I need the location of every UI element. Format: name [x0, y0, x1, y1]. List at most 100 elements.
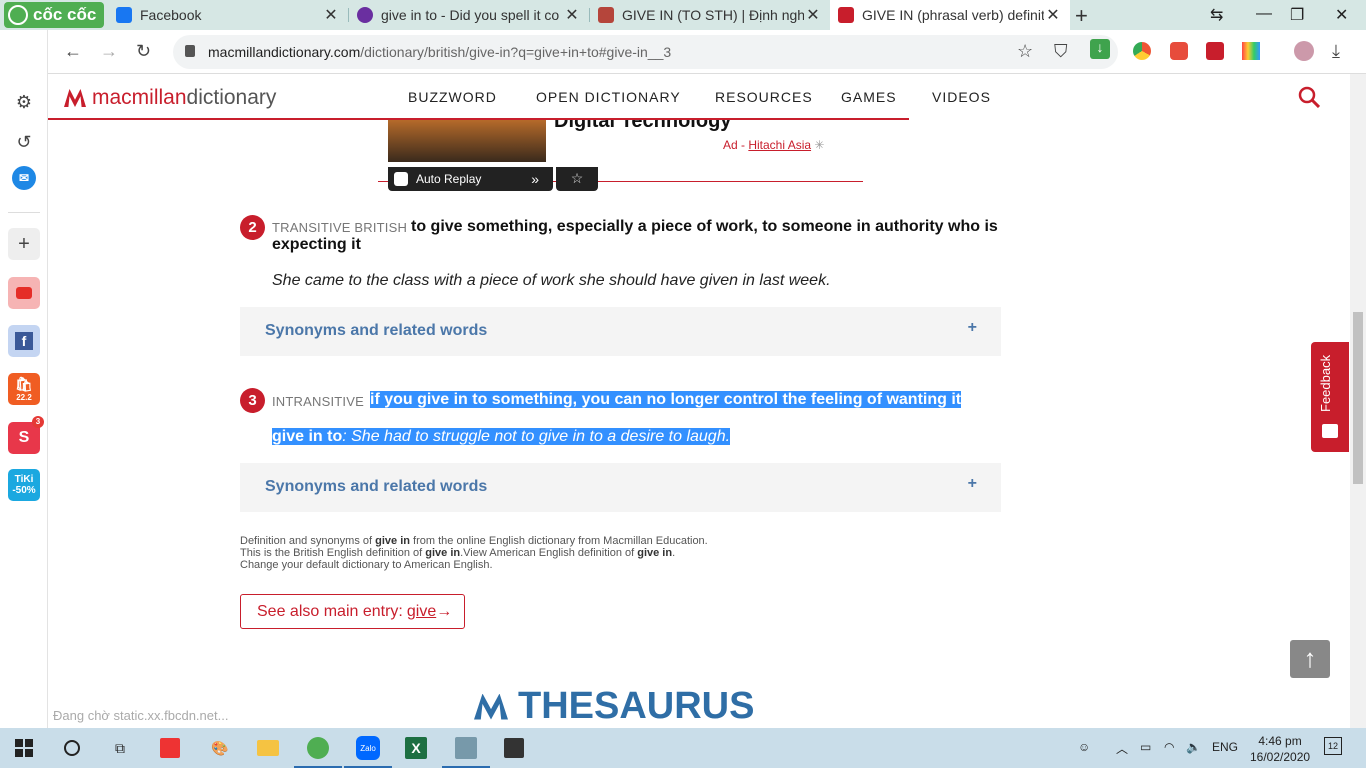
add-sidebar-item-icon[interactable]: + [8, 228, 40, 260]
volume-icon[interactable]: 🔈 [1186, 740, 1201, 754]
windows-start-icon[interactable] [10, 734, 38, 762]
sendo-icon[interactable]: S3 [8, 416, 44, 454]
nav-resources[interactable]: RESOURCES [715, 89, 813, 105]
people-icon[interactable]: ☺ [1078, 740, 1090, 754]
expand-plus-icon[interactable]: + [968, 319, 977, 337]
page-scrollbar[interactable] [1350, 74, 1366, 728]
synonyms-label: Synonyms and related words [265, 478, 488, 495]
tab-cambridge[interactable]: GIVE IN (TO STH) | Định nghĩa ✕ [590, 0, 830, 30]
language-indicator[interactable]: ENG [1212, 740, 1238, 754]
favorite-star-icon[interactable]: ☆ [556, 167, 598, 191]
new-tab-button[interactable]: + [1075, 3, 1088, 29]
close-tab-icon[interactable]: ✕ [322, 5, 340, 25]
sense-grammar-tags: INTRANSITIVE [272, 394, 364, 409]
expand-plus-icon[interactable]: + [968, 475, 977, 493]
adblock-icon[interactable] [1170, 42, 1188, 60]
zalo-icon[interactable]: Zalo [344, 734, 392, 768]
tab-macmillan[interactable]: GIVE IN (phrasal verb) definiti ✕ [830, 0, 1070, 30]
back-to-top-button[interactable]: ↑ [1290, 640, 1330, 678]
bookmark-star-icon[interactable]: ☆ [1017, 41, 1033, 62]
profile-avatar[interactable] [1294, 41, 1314, 61]
restore-icon[interactable]: ❐ [1290, 5, 1304, 25]
american-definition-link[interactable]: .View American English definition of [460, 547, 637, 559]
tab-facebook[interactable]: Facebook ✕ [108, 0, 348, 30]
feedback-button[interactable]: Feedback [1311, 342, 1349, 452]
ad-image[interactable] [388, 120, 546, 162]
task-view-icon[interactable]: ⧉ [106, 734, 134, 762]
shopee-label: 22.2 [16, 393, 32, 402]
close-tab-icon[interactable]: ✕ [804, 5, 822, 25]
auto-replay-label: Auto Replay [416, 172, 482, 186]
ad-advertiser-link[interactable]: Hitachi Asia [748, 138, 811, 152]
note-term[interactable]: give in [637, 547, 672, 559]
taskbar-app-icon[interactable] [156, 734, 184, 762]
auto-replay-checkbox[interactable] [394, 172, 408, 186]
download-green-icon[interactable]: ↓ [1090, 39, 1110, 59]
nav-buzzword[interactable]: BUZZWORD [408, 89, 497, 105]
sense-example: She came to the class with a piece of wo… [272, 272, 831, 289]
nav-videos[interactable]: VIDEOS [932, 89, 991, 105]
site-icon [357, 7, 373, 23]
tray-chevron-icon[interactable]: ︿ [1116, 740, 1128, 757]
url-text[interactable]: macmillandictionary.com/dictionary/briti… [208, 44, 671, 60]
taskbar-tool-icon[interactable] [442, 734, 490, 768]
notification-center-icon[interactable]: 12 [1324, 737, 1342, 755]
sticky-notes-icon[interactable] [500, 734, 528, 762]
browser-brand-label: cốc cốc [33, 5, 97, 24]
reload-icon[interactable]: ↻ [136, 41, 151, 62]
close-tab-icon[interactable]: ✕ [1044, 5, 1062, 25]
auto-replay-bar[interactable]: Auto Replay » [388, 167, 553, 191]
nav-games[interactable]: GAMES [841, 89, 897, 105]
change-dictionary-link[interactable]: Change your default dictionary to Americ… [240, 559, 493, 571]
minimize-icon[interactable]: — [1256, 5, 1272, 23]
close-window-icon[interactable]: ✕ [1335, 5, 1348, 25]
browser-brand[interactable]: cốc cốc [4, 2, 105, 28]
see-also-main-entry-button[interactable]: See also main entry: give → [240, 594, 465, 629]
url-host: macmillandictionary.com [208, 44, 361, 60]
battery-icon[interactable]: ▭ [1140, 740, 1151, 754]
macmillan-mark-icon [64, 89, 86, 107]
close-tab-icon[interactable]: ✕ [563, 5, 581, 25]
youtube-icon[interactable] [8, 277, 40, 309]
extension-red-icon[interactable] [1206, 42, 1224, 60]
ad-title[interactable]: Digital Technology [554, 120, 731, 133]
macmillan-logo[interactable]: macmillan dictionary [64, 86, 276, 110]
selected-definition-text: if you give in to something, you can no … [370, 391, 962, 408]
messenger-icon[interactable]: ✉ [12, 166, 36, 190]
nav-open-dictionary[interactable]: OPEN DICTIONARY [536, 89, 681, 105]
note-text: . [672, 547, 676, 559]
notification-badge: 3 [32, 416, 44, 428]
browser-titlebar: cốc cốc Facebook ✕ give in to - Did you … [0, 0, 1366, 30]
back-icon[interactable]: ← [64, 41, 82, 62]
sense-grammar-tags: TRANSITIVE BRITISH [272, 220, 408, 235]
clock-date: 16/02/2020 [1250, 750, 1311, 764]
shopee-icon[interactable]: 🛍 22.2 [8, 373, 40, 405]
feedback-label: Feedback [1318, 354, 1333, 412]
fast-forward-icon[interactable]: » [531, 171, 539, 187]
file-explorer-icon[interactable] [254, 734, 282, 762]
see-also-link[interactable]: give [407, 603, 436, 621]
shield-icon[interactable]: ⛉ [1054, 41, 1068, 62]
search-icon[interactable] [1298, 86, 1320, 108]
excel-icon[interactable]: X [402, 734, 430, 762]
paint-app-icon[interactable]: 🎨 [206, 734, 234, 762]
tab-give-in-to[interactable]: give in to - Did you spell it co ✕ [349, 0, 589, 30]
tab-strip-icon[interactable]: ⇆ [1210, 5, 1223, 25]
history-icon[interactable]: ↺ [8, 126, 40, 158]
synonyms-accordion[interactable]: Synonyms and related words + [240, 307, 1001, 356]
address-bar[interactable]: macmillandictionary.com/dictionary/briti… [173, 35, 1118, 69]
coccoc-taskbar-icon[interactable] [294, 734, 342, 768]
color-extension-icon[interactable] [1242, 42, 1260, 60]
tab-title: give in to - Did you spell it co [381, 7, 560, 23]
scrollbar-thumb[interactable] [1353, 312, 1363, 484]
tiki-icon[interactable]: TiKi -50% [8, 469, 40, 501]
forward-icon[interactable]: → [100, 41, 118, 62]
synonyms-accordion[interactable]: Synonyms and related words + [240, 463, 1001, 512]
taskbar-clock[interactable]: 4:46 pm 16/02/2020 [1250, 733, 1310, 765]
wifi-icon[interactable]: ◠ [1164, 740, 1174, 754]
downloads-icon[interactable]: ⤓ [1332, 41, 1340, 62]
facebook-sidebar-icon[interactable]: f [8, 325, 40, 357]
settings-gear-icon[interactable]: ⚙ [8, 86, 40, 118]
chrome-extension-icon[interactable] [1133, 42, 1151, 60]
search-circle-icon[interactable] [58, 734, 86, 762]
